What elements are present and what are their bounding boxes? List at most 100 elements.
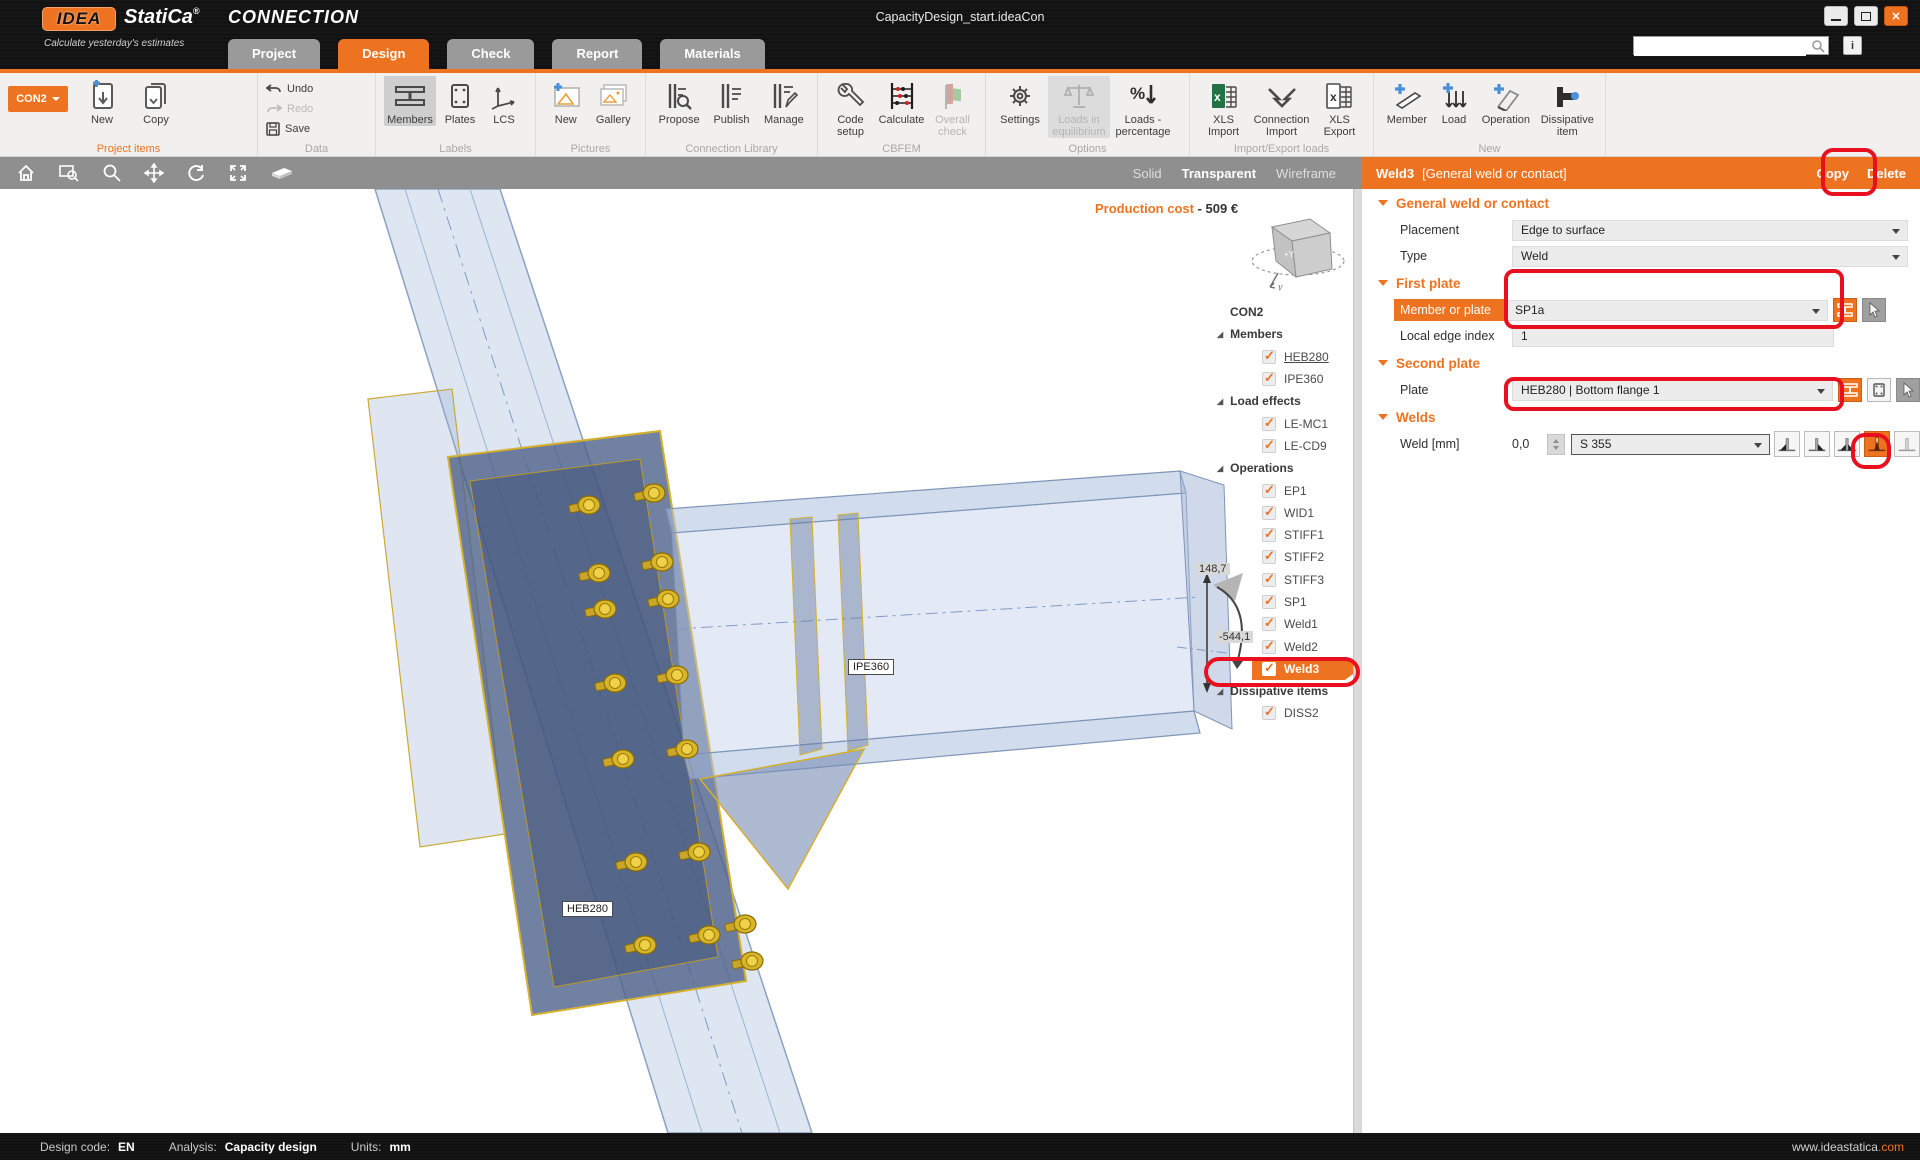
new-picture-button[interactable]: New [544, 76, 588, 126]
mode-solid[interactable]: Solid [1133, 166, 1162, 181]
checkbox[interactable] [1262, 506, 1276, 520]
tree-group-dissipative-items[interactable]: ◢Dissipative items [1212, 680, 1362, 702]
select-member-button[interactable] [1833, 298, 1857, 322]
placement-dropdown[interactable]: Edge to surface [1512, 220, 1908, 241]
local-edge-index-input[interactable]: 1 [1512, 326, 1834, 347]
zoom-button[interactable] [102, 163, 122, 183]
loads-percentage-button[interactable]: % Loads - percentage [1112, 76, 1174, 138]
tree-item-label[interactable]: Weld2 [1284, 640, 1318, 654]
tree-item-label[interactable]: HEB280 [1284, 350, 1329, 364]
new-dissipative-item-button[interactable]: Dissipative item [1538, 76, 1597, 138]
tree-item-stiff3[interactable]: STIFF3 [1212, 569, 1362, 591]
checkbox[interactable] [1262, 417, 1276, 431]
tab-report[interactable]: Report [552, 39, 642, 69]
undo-button[interactable]: Undo [266, 80, 313, 98]
tab-design[interactable]: Design [338, 39, 429, 69]
checkbox[interactable] [1262, 439, 1276, 453]
redo-button[interactable]: Redo [266, 100, 313, 118]
tree-item-label[interactable]: LE-CD9 [1284, 439, 1327, 453]
delete-operation-button[interactable]: Delete [1867, 166, 1906, 181]
gallery-button[interactable]: Gallery [590, 76, 637, 126]
checkbox[interactable] [1262, 617, 1276, 631]
tree-expander-icon[interactable]: ◢ [1217, 330, 1223, 339]
weld-size-stepper[interactable] [1547, 434, 1565, 455]
connection-import-button[interactable]: Connection Import [1251, 76, 1312, 138]
tree-item-stiff1[interactable]: STIFF1 [1212, 524, 1362, 546]
tree-item-heb280[interactable]: HEB280 [1212, 346, 1362, 368]
zoom-window-button[interactable] [58, 163, 80, 183]
calculate-button[interactable]: Calculate [877, 76, 926, 126]
checkbox[interactable] [1262, 706, 1276, 720]
info-button[interactable]: i [1843, 36, 1862, 55]
rotate-button[interactable] [186, 163, 206, 183]
tree-item-le-mc1[interactable]: LE-MC1 [1212, 412, 1362, 434]
home-view-button[interactable] [16, 163, 36, 183]
weld-type-none-button[interactable] [1894, 431, 1920, 457]
checkbox[interactable] [1262, 350, 1276, 364]
new-project-item-button[interactable]: New [76, 76, 128, 126]
select-member-button[interactable] [1838, 378, 1862, 402]
tree-item-label[interactable]: WID1 [1284, 506, 1314, 520]
new-member-button[interactable]: Member [1382, 76, 1432, 126]
checkbox[interactable] [1262, 550, 1276, 564]
publish-button[interactable]: Publish [706, 76, 756, 126]
new-load-button[interactable]: Load [1434, 76, 1474, 126]
viewport-canvas[interactable]: 148,7 -544,1 Production cost - 509 € +Y … [0, 189, 1362, 1133]
tree-expander-icon[interactable]: ◢ [1217, 397, 1223, 406]
tree-group-operations[interactable]: ◢Operations [1212, 457, 1362, 479]
tree-group-members[interactable]: ◢Members [1212, 323, 1362, 345]
section-general-weld[interactable]: General weld or contact [1362, 189, 1920, 217]
tree-item-label[interactable]: Weld1 [1284, 617, 1318, 631]
pick-in-scene-button[interactable] [1862, 298, 1886, 322]
tree-expander-icon[interactable]: ◢ [1217, 464, 1223, 473]
tree-item-weld3-selected[interactable]: Weld3 [1212, 658, 1362, 680]
tree-item-label[interactable]: EP1 [1284, 484, 1307, 498]
tree-expander-icon[interactable]: ◢ [1217, 687, 1223, 696]
view-box-button[interactable] [270, 164, 294, 182]
copy-project-item-button[interactable]: Copy [130, 76, 182, 126]
tab-check[interactable]: Check [447, 39, 534, 69]
tree-item-ep1[interactable]: EP1 [1212, 479, 1362, 501]
copy-operation-button[interactable]: Copy [1816, 166, 1849, 181]
search-box[interactable] [1633, 36, 1829, 55]
checkbox[interactable] [1262, 595, 1276, 609]
con2-dropdown[interactable]: CON2 [8, 86, 68, 112]
weld-type-fillet-left-button[interactable] [1774, 431, 1800, 457]
search-input[interactable] [1634, 39, 1806, 56]
propose-button[interactable]: Propose [654, 76, 704, 126]
checkbox[interactable] [1262, 573, 1276, 587]
zoom-fit-button[interactable] [228, 163, 248, 183]
code-setup-button[interactable]: Code setup [826, 76, 875, 138]
xls-export-button[interactable]: x XLS Export [1314, 76, 1365, 138]
tree-item-label[interactable]: IPE360 [1284, 372, 1323, 386]
section-second-plate[interactable]: Second plate [1362, 349, 1920, 377]
new-operation-button[interactable]: Operation [1476, 76, 1535, 126]
xls-import-button[interactable]: x XLS Import [1198, 76, 1249, 138]
plate-dropdown[interactable]: HEB280 | Bottom flange 1 [1512, 380, 1833, 401]
spinner-down-icon[interactable] [1553, 446, 1559, 450]
loads-in-equilibrium-button[interactable]: Loads in equilibrium [1048, 76, 1110, 138]
pick-in-scene-button[interactable] [1896, 378, 1920, 402]
spinner-up-icon[interactable] [1553, 439, 1559, 443]
tree-item-weld1[interactable]: Weld1 [1212, 613, 1362, 635]
checkbox[interactable] [1262, 640, 1276, 654]
tree-item-label[interactable]: Weld3 [1284, 662, 1319, 676]
select-plate-button[interactable] [1867, 378, 1891, 402]
checkbox[interactable] [1262, 528, 1276, 542]
tab-materials[interactable]: Materials [660, 39, 764, 69]
overall-check-button[interactable]: Overall check [928, 76, 977, 138]
mode-wireframe[interactable]: Wireframe [1276, 166, 1336, 181]
plates-button[interactable]: Plates [438, 76, 482, 126]
weld-type-double-fillet-button[interactable] [1834, 431, 1860, 457]
section-first-plate[interactable]: First plate [1362, 269, 1920, 297]
section-welds[interactable]: Welds [1362, 403, 1920, 431]
tree-item-sp1[interactable]: SP1 [1212, 591, 1362, 613]
mode-transparent[interactable]: Transparent [1182, 166, 1256, 181]
settings-button[interactable]: Settings [994, 76, 1046, 126]
checkbox[interactable] [1262, 372, 1276, 386]
checkbox[interactable] [1262, 484, 1276, 498]
pan-button[interactable] [144, 163, 164, 183]
tree-item-ipe360[interactable]: IPE360 [1212, 368, 1362, 390]
tree-item-wid1[interactable]: WID1 [1212, 502, 1362, 524]
website-link[interactable]: www.ideastatica.com [1792, 1140, 1904, 1154]
